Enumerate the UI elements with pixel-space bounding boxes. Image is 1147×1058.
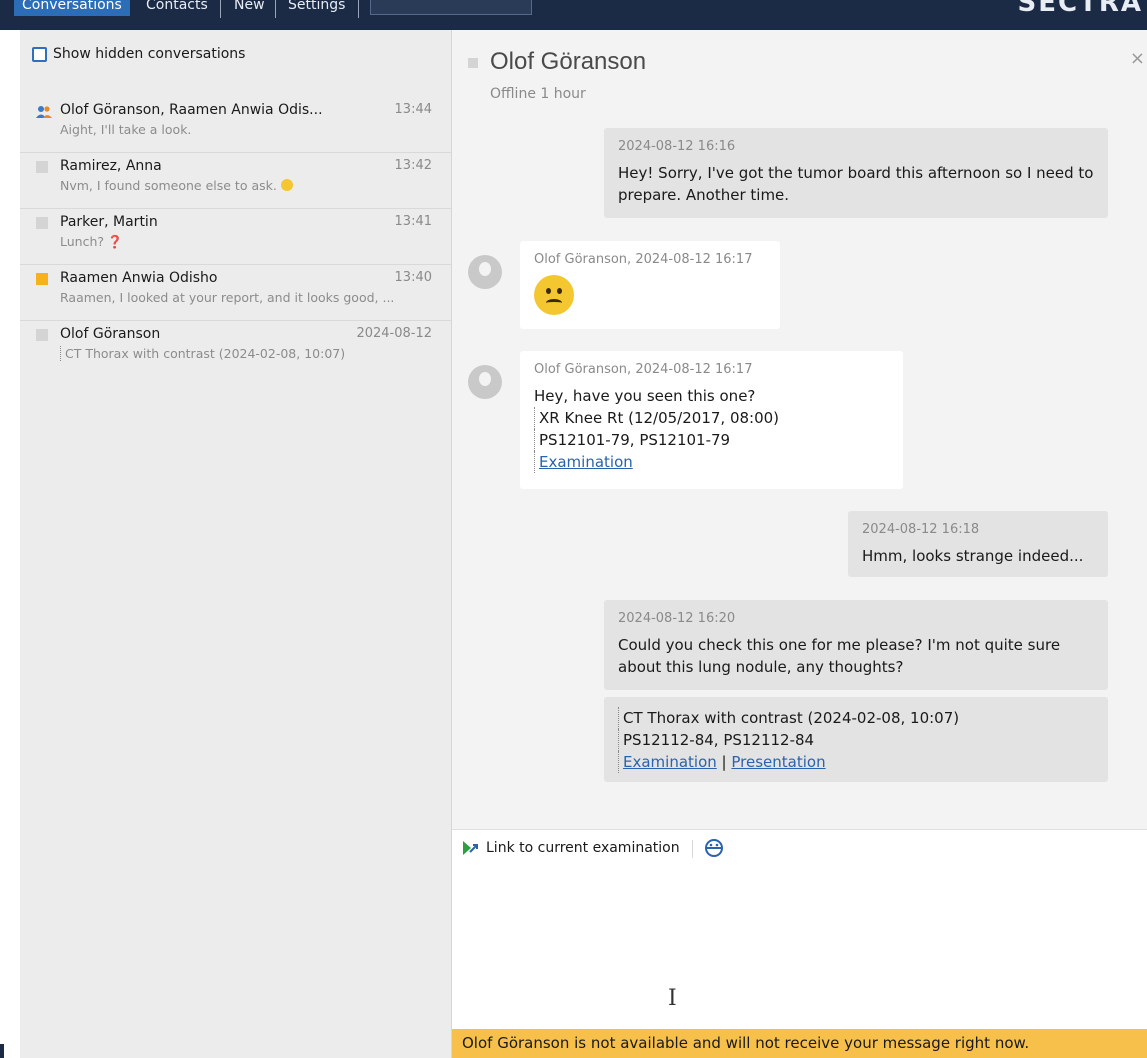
status-indicator [36,217,48,229]
window-edge [0,1044,4,1058]
show-hidden-checkbox[interactable] [32,46,47,62]
conversation-time: 2024-08-12 [356,326,432,341]
tab-separator [220,0,221,18]
link-current-exam-label: Link to current examination [486,840,680,856]
conversation-name: Olof Göranson, Raamen Anwia Odis... [60,102,323,118]
message-timestamp: 2024-08-12 16:18 [862,522,980,537]
message-sender-time: Olof Göranson, 2024-08-12 16:17 [534,362,753,377]
group-conversation-icon [36,105,52,118]
conversation-preview: Aight, I'll take a look. [60,122,192,137]
tab-contacts[interactable]: Contacts [138,0,216,16]
status-indicator [36,161,48,173]
message-text: Hey! Sorry, I've got the tumor board thi… [618,164,1094,204]
tab-separator [275,0,276,18]
patient-ids: PS12112-84, PS12112-84 [618,729,1094,751]
conversation-name: Raamen Anwia Odisho [60,270,218,286]
conversation-item[interactable]: Parker, Martin 13:41 Lunch? ❓ [20,209,451,265]
conversation-item[interactable]: Ramirez, Anna 13:42 Nvm, I found someone… [20,153,451,209]
conversation-item[interactable]: Olof Göranson 2024-08-12 CT Thorax with … [20,321,451,376]
show-hidden-toggle[interactable]: Show hidden conversations [32,46,245,62]
unavailable-warning: Olof Göranson is not available and will … [452,1029,1147,1058]
conversation-item[interactable]: Raamen Anwia Odisho 13:40 Raamen, I look… [20,265,451,321]
presentation-link[interactable]: Presentation [731,753,825,771]
compose-area[interactable]: Link to current examination I [452,829,1147,1030]
conversation-time: 13:44 [394,102,432,117]
message-text: Could you check this one for me please? … [618,636,1061,676]
link-current-exam-button[interactable]: Link to current examination [462,840,680,856]
message-bubble-incoming: Olof Göranson, 2024-08-12 16:17 [520,241,780,329]
link-separator: | [721,753,727,771]
exam-description: XR Knee Rt (12/05/2017, 08:00) [534,407,889,429]
message-bubble-incoming: Olof Göranson, 2024-08-12 16:17 Hey, hav… [520,351,903,489]
message-text: Hmm, looks strange indeed... [862,547,1084,565]
conversation-name: Ramirez, Anna [60,158,162,174]
conversation-item[interactable]: Olof Göranson, Raamen Anwia Odis... 13:4… [20,97,451,153]
presence-indicator [468,58,478,68]
link-exam-icon [463,841,478,855]
message-timestamp: 2024-08-12 16:20 [618,611,736,626]
conversation-preview: Raamen, I looked at your report, and it … [60,290,395,305]
conversation-sidebar: Show hidden conversations Olof Göranson,… [20,30,452,1058]
smile-emoji-icon [280,179,293,191]
exam-description: CT Thorax with contrast (2024-02-08, 10:… [618,707,1094,729]
search-input[interactable] [370,0,532,15]
tab-conversations[interactable]: Conversations [14,0,130,16]
attachment-bubble: CT Thorax with contrast (2024-02-08, 10:… [604,697,1108,782]
unread-indicator [36,273,48,285]
top-nav-bar: Conversations Contacts New Settings SECT… [0,0,1147,30]
emoji-picker-icon[interactable] [704,838,724,862]
tab-settings[interactable]: Settings [280,0,353,16]
status-indicator [36,329,48,341]
sad-face-emoji-icon [534,275,574,315]
conversation-preview: CT Thorax with contrast (2024-02-08, 10:… [60,346,440,361]
conversation-preview: Nvm, I found someone else to ask. [60,178,440,193]
message-text: Hey, have you seen this one? [534,387,756,405]
conversation-time: 13:42 [394,158,432,173]
close-icon[interactable]: × [1130,48,1145,69]
avatar [468,365,502,399]
patient-ids: PS12101-79, PS12101-79 [534,429,889,451]
message-sender-time: Olof Göranson, 2024-08-12 16:17 [534,252,753,267]
conversation-preview: Lunch? ❓ [60,234,123,249]
tab-new[interactable]: New [226,0,273,16]
message-bubble-outgoing: 2024-08-12 16:16 Hey! Sorry, I've got th… [604,128,1108,218]
text-cursor-icon: I [668,986,677,1011]
conversation-time: 13:40 [394,270,432,285]
conversation-name: Parker, Martin [60,214,158,230]
show-hidden-label: Show hidden conversations [53,46,246,62]
conversation-list: Olof Göranson, Raamen Anwia Odis... 13:4… [20,97,451,376]
message-timestamp: 2024-08-12 16:16 [618,139,736,154]
toolbar-separator [692,840,693,858]
message-bubble-outgoing: 2024-08-12 16:20 Could you check this on… [604,600,1108,690]
avatar [468,255,502,289]
question-mark-icon: ❓ [107,234,123,249]
conversation-time: 13:41 [394,214,432,229]
message-bubble-outgoing: 2024-08-12 16:18 Hmm, looks strange inde… [848,511,1108,577]
brand-logo: SECTRA [1017,0,1143,18]
chat-status: Offline 1 hour [490,86,586,102]
chat-title: Olof Göranson [490,48,647,75]
tab-separator [358,0,359,18]
examination-link[interactable]: Examination [539,453,633,471]
conversation-name: Olof Göranson [60,326,161,342]
examination-link[interactable]: Examination [623,753,717,771]
